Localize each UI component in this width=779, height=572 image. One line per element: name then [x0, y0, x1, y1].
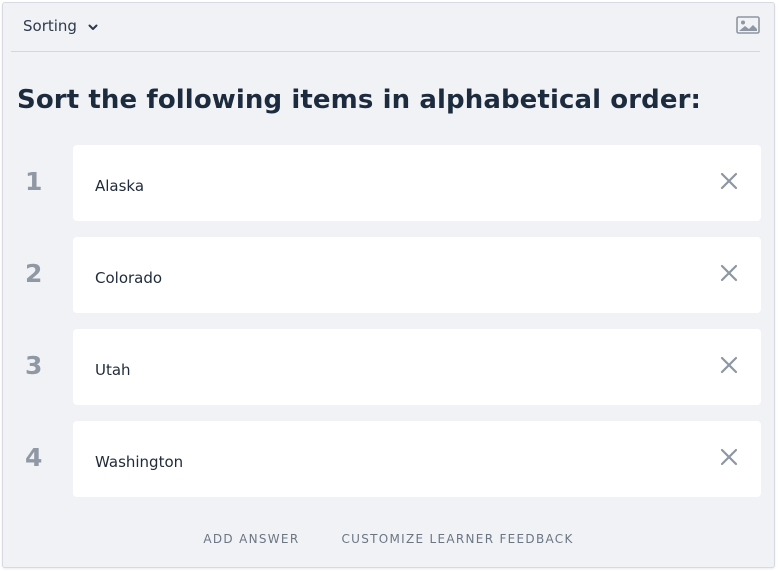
- answer-card[interactable]: Alaska: [73, 145, 761, 221]
- answer-text[interactable]: Colorado: [95, 269, 162, 287]
- answer-card[interactable]: Colorado: [73, 237, 761, 313]
- answer-number: 4: [25, 443, 43, 472]
- close-icon[interactable]: [719, 447, 739, 467]
- image-icon[interactable]: [736, 15, 760, 35]
- answer-row: 1 Alaska: [3, 145, 774, 221]
- answer-text[interactable]: Alaska: [95, 177, 144, 195]
- answer-number: 2: [25, 259, 43, 288]
- chevron-down-icon: [88, 24, 98, 30]
- answer-card[interactable]: Washington: [73, 421, 761, 497]
- question-header: Sorting: [11, 3, 760, 52]
- close-icon[interactable]: [719, 355, 739, 375]
- question-editor-panel: Sorting Sort the following items in alph…: [2, 2, 775, 568]
- question-type-label: Sorting: [23, 17, 77, 35]
- question-type-dropdown[interactable]: Sorting: [23, 17, 99, 35]
- customize-learner-feedback-button[interactable]: CUSTOMIZE LEARNER FEEDBACK: [341, 532, 573, 546]
- add-answer-button[interactable]: ADD ANSWER: [203, 532, 299, 546]
- answer-card[interactable]: Utah: [73, 329, 761, 405]
- question-text[interactable]: Sort the following items in alphabetical…: [17, 85, 701, 115]
- answer-row: 3 Utah: [3, 329, 774, 405]
- answer-text[interactable]: Washington: [95, 453, 183, 471]
- answer-text[interactable]: Utah: [95, 361, 131, 379]
- answer-number: 1: [25, 167, 43, 196]
- answer-row: 4 Washington: [3, 421, 774, 497]
- answer-number: 3: [25, 351, 43, 380]
- close-icon[interactable]: [719, 171, 739, 191]
- editor-footer: ADD ANSWER CUSTOMIZE LEARNER FEEDBACK: [3, 532, 774, 546]
- answer-row: 2 Colorado: [3, 237, 774, 313]
- close-icon[interactable]: [719, 263, 739, 283]
